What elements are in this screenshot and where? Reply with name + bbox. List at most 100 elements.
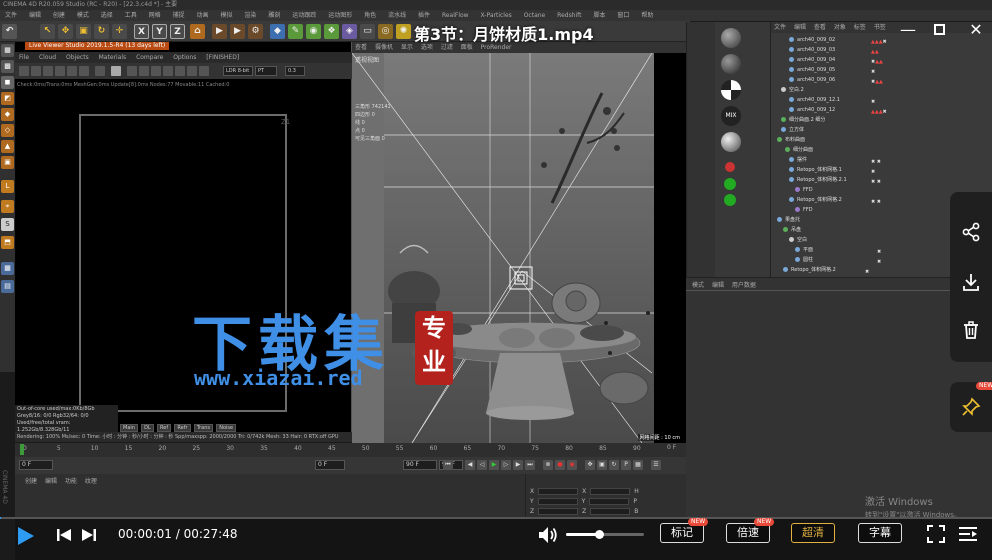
object-row[interactable]: Retopo_体积网格.2.1 ✖ ✖	[789, 176, 881, 185]
object-row[interactable]: FFD	[795, 206, 813, 215]
vp-menu-camera[interactable]: 摄像机	[375, 44, 393, 51]
om-menu-view[interactable]: 查看	[814, 24, 826, 31]
prev-key-icon[interactable]: ◀	[465, 460, 475, 470]
go-to-start-icon[interactable]: ⏮	[443, 460, 453, 470]
array-icon[interactable]: ❖	[324, 24, 339, 39]
menu-item[interactable]: 窗口	[617, 12, 629, 19]
subtitles-button[interactable]: 字幕	[858, 523, 902, 543]
download-button[interactable]	[950, 262, 992, 302]
lv-settings-icon[interactable]	[199, 66, 209, 76]
lv-histogram-icon[interactable]	[187, 66, 197, 76]
mm-menu-texture[interactable]: 纹理	[85, 478, 97, 485]
object-row[interactable]: arch40_009_05 ✖	[789, 66, 875, 75]
material-preview-ball[interactable]	[721, 80, 741, 100]
tweak-mode-icon[interactable]: ⌖	[1, 200, 14, 213]
menu-item[interactable]: 选择	[101, 12, 113, 19]
maximize-button[interactable]	[934, 24, 945, 35]
auto-key-icon[interactable]: ●	[555, 460, 565, 470]
lv-menu-file[interactable]: File	[19, 54, 29, 61]
lv-menu-options[interactable]: Options	[173, 54, 196, 61]
camera-icon[interactable]: ◎	[378, 24, 393, 39]
attr-menu-userdata[interactable]: 用户数据	[732, 282, 756, 289]
om-menu-file[interactable]: 文件	[774, 24, 786, 31]
menu-item[interactable]: Redshift	[557, 12, 581, 19]
lv-value-field[interactable]: 0.3	[285, 66, 305, 76]
material-tag-icon[interactable]	[725, 162, 735, 172]
mm-menu-create[interactable]: 创建	[25, 478, 37, 485]
lv-save-icon[interactable]	[55, 66, 65, 76]
vp-menu-view[interactable]: 查看	[355, 44, 367, 51]
light-icon[interactable]: ✺	[396, 24, 411, 39]
lv-fit-icon[interactable]	[139, 66, 149, 76]
object-row[interactable]: 果盘托	[777, 216, 800, 225]
pin-button[interactable]	[950, 387, 992, 427]
object-row[interactable]: 布料曲面	[777, 136, 805, 145]
edge-mode-icon[interactable]: ◇	[1, 124, 14, 137]
perspective-viewport[interactable]: 透视视图 三角形 742141 四边形 0 线 0 点 0 可见三角面 0 网格…	[352, 53, 686, 443]
object-row[interactable]: arch40_009_06 ✖▲▲	[789, 76, 883, 85]
quality-button[interactable]: 超清	[791, 523, 835, 543]
coord-position-field[interactable]	[537, 498, 578, 505]
lv-clay-icon[interactable]	[127, 66, 137, 76]
checkerboard-icon[interactable]: ▩	[1, 60, 14, 73]
delete-button[interactable]	[950, 310, 992, 350]
keyframe-selection-icon[interactable]: ◉	[567, 460, 577, 470]
mm-menu-edit[interactable]: 编辑	[45, 478, 57, 485]
vp-menu-display[interactable]: 显示	[401, 44, 413, 51]
menu-item[interactable]: 捕捉	[173, 12, 185, 19]
lv-stop-icon[interactable]	[31, 66, 41, 76]
close-button[interactable]: ✕	[966, 20, 986, 40]
playlist-icon[interactable]	[958, 525, 978, 543]
lv-tab-noise[interactable]: Noise	[216, 424, 237, 432]
next-frame-icon[interactable]: ▷	[501, 460, 511, 470]
uv-mode-icon[interactable]: ▣	[1, 156, 14, 169]
volume-slider[interactable]	[566, 530, 644, 539]
locked-workplane-icon[interactable]: ▤	[1, 280, 14, 293]
z-axis-icon[interactable]: Z	[170, 24, 185, 39]
lv-info-icon[interactable]	[175, 66, 185, 76]
polygon-mode-icon[interactable]: ▲	[1, 140, 14, 153]
lv-pick-icon[interactable]	[79, 66, 89, 76]
menu-item[interactable]: 网格	[149, 12, 161, 19]
menu-item[interactable]: 角色	[364, 12, 376, 19]
object-row[interactable]: arch40_009_12.1 ✖	[789, 96, 875, 105]
timeline-icon[interactable]: ☰	[651, 460, 661, 470]
object-row[interactable]: 圆柱 ✖	[795, 256, 881, 265]
coord-size-field[interactable]	[589, 498, 630, 505]
menu-item[interactable]: 雕刻	[268, 12, 280, 19]
menu-item[interactable]: 运动跟踪	[292, 12, 316, 19]
next-icon[interactable]	[80, 526, 98, 544]
previous-icon[interactable]	[55, 526, 73, 544]
menu-item[interactable]: 帮助	[641, 12, 653, 19]
mm-menu-function[interactable]: 功能	[65, 478, 77, 485]
position-key-icon[interactable]: ✥	[585, 460, 595, 470]
attr-menu-mode[interactable]: 模式	[692, 282, 704, 289]
go-to-end-icon[interactable]: ⏭	[525, 460, 535, 470]
menu-item[interactable]: Octane	[524, 12, 546, 19]
object-row[interactable]: arch40_009_03 ▲▲	[789, 46, 879, 55]
vp-menu-prorender[interactable]: ProRender	[481, 44, 512, 51]
workplane-icon[interactable]: ⬒	[1, 236, 14, 249]
vp-menu-panel[interactable]: 面板	[461, 44, 473, 51]
mix-material-ball[interactable]: MIX	[721, 106, 741, 126]
object-row[interactable]: 摆件 ✖ ✖	[789, 156, 881, 165]
record-keys-icon[interactable]: ⊗	[543, 460, 553, 470]
menu-item[interactable]: 编辑	[29, 12, 41, 19]
om-menu-tags[interactable]: 标签	[854, 24, 866, 31]
notes-button[interactable]: 标记	[660, 523, 704, 543]
om-menu-bookmarks[interactable]: 书签	[874, 24, 886, 31]
floor-icon[interactable]: ▭	[360, 24, 375, 39]
rotation-key-icon[interactable]: ↻	[609, 460, 619, 470]
lv-tab-ref[interactable]: Ref	[157, 424, 172, 432]
om-menu-edit[interactable]: 编辑	[794, 24, 806, 31]
grid-icon[interactable]: ▦	[1, 262, 14, 275]
material-tag-icon[interactable]	[724, 178, 736, 190]
deformer-icon[interactable]: ◈	[342, 24, 357, 39]
y-axis-icon[interactable]: Y	[152, 24, 167, 39]
lv-tab-trans[interactable]: Trans	[193, 424, 213, 432]
coord-size-field[interactable]	[590, 488, 631, 495]
object-row[interactable]: 立方体	[781, 126, 804, 135]
render-view-icon[interactable]: ▶	[212, 24, 227, 39]
lv-tab-refr[interactable]: Refr	[174, 424, 191, 432]
select-arrow-icon[interactable]: ↖	[40, 24, 55, 39]
